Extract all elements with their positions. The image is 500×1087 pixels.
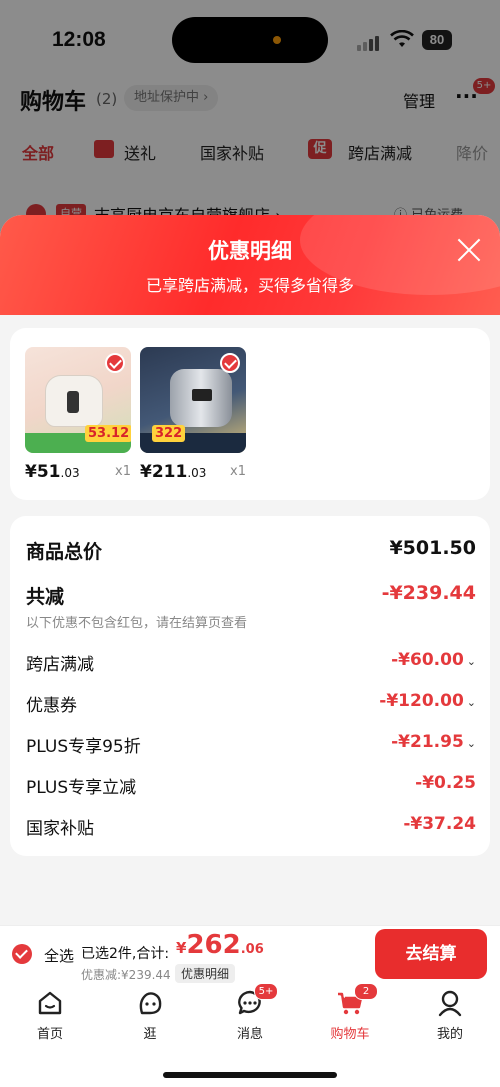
promo-price-tag: 53.12	[85, 425, 131, 442]
product-price: ¥51.03	[25, 462, 80, 482]
home-indicator[interactable]	[163, 1072, 337, 1078]
sheet-subtitle: 已享跨店满减，买得多省得多	[145, 276, 354, 295]
chevron-down-icon: ⌄	[466, 696, 476, 709]
discount-amount: 优惠减:¥239.44	[81, 968, 171, 982]
nav-cart[interactable]: 2 购物车	[320, 983, 380, 1042]
plus-reduce-row: PLUS专享立减 -¥0.25	[26, 773, 476, 798]
product-quantity: x1	[115, 464, 131, 479]
sheet-title: 优惠明细	[208, 239, 292, 263]
selected-count: 已选2件,合计:	[81, 946, 170, 962]
total-price-value: ¥501.50	[389, 537, 476, 559]
total-price-row: 商品总价 ¥501.50	[26, 537, 476, 563]
select-all-checkbox[interactable]	[12, 944, 32, 964]
message-badge: 5+	[254, 983, 278, 1000]
plus-95-discount-row[interactable]: PLUS专享95折 -¥21.95 ⌄	[26, 732, 476, 758]
cross-store-discount-row[interactable]: 跨店满减 -¥60.00 ⌄	[26, 650, 476, 676]
checkout-bar: 全选 已选2件,合计: ¥262.06 优惠减:¥239.44 优惠明细 去结算	[0, 925, 500, 984]
face-icon	[136, 989, 164, 1017]
selected-check-icon	[105, 353, 125, 373]
selected-check-icon	[220, 353, 240, 373]
home-icon	[36, 989, 64, 1017]
total-reduce-row: 共减 -¥239.44	[26, 582, 476, 608]
national-subsidy-row: 国家补贴 -¥37.24	[26, 814, 476, 839]
nav-browse[interactable]: 逛	[120, 989, 180, 1042]
cart-badge: 2	[354, 983, 378, 1000]
chevron-down-icon: ⌄	[466, 737, 476, 750]
select-all-label[interactable]: 全选	[44, 945, 74, 966]
discount-detail-button[interactable]: 优惠明细	[175, 964, 236, 983]
total-price-label: 商品总价	[26, 541, 103, 563]
sheet-header: 优惠明细 已享跨店满减，买得多省得多	[0, 215, 500, 315]
user-icon	[436, 989, 464, 1017]
total-amount: ¥262.06	[176, 930, 264, 960]
product-price: ¥211.03	[140, 462, 207, 482]
chat-icon: 5+	[236, 983, 278, 1017]
promo-price-tag: 322	[152, 425, 186, 442]
product-quantity: x1	[230, 464, 246, 479]
checkout-button[interactable]: 去结算	[375, 929, 487, 979]
chevron-down-icon: ⌄	[466, 655, 476, 668]
cart-icon: 2	[336, 983, 378, 1017]
summary-card: 商品总价 ¥501.50 共减 -¥239.44 以下优惠不包含红包，请在结算页…	[10, 516, 490, 856]
discount-detail-sheet: 优惠明细 已享跨店满减，买得多省得多 53.12 ¥51.03 x1 322 ¥…	[0, 215, 500, 925]
total-reduce-value: -¥239.44	[381, 582, 476, 604]
nav-profile[interactable]: 我的	[420, 989, 480, 1042]
nav-home[interactable]: 首页	[20, 989, 80, 1042]
discount-note: 以下优惠不包含红包，请在结算页查看	[26, 616, 248, 631]
products-card: 53.12 ¥51.03 x1 322 ¥211.03 x1	[10, 328, 490, 500]
close-icon[interactable]	[456, 237, 482, 263]
nav-messages[interactable]: 5+ 消息	[220, 983, 280, 1042]
coupon-discount-row[interactable]: 优惠券 -¥120.00 ⌄	[26, 691, 476, 717]
total-reduce-label: 共减	[26, 586, 65, 608]
